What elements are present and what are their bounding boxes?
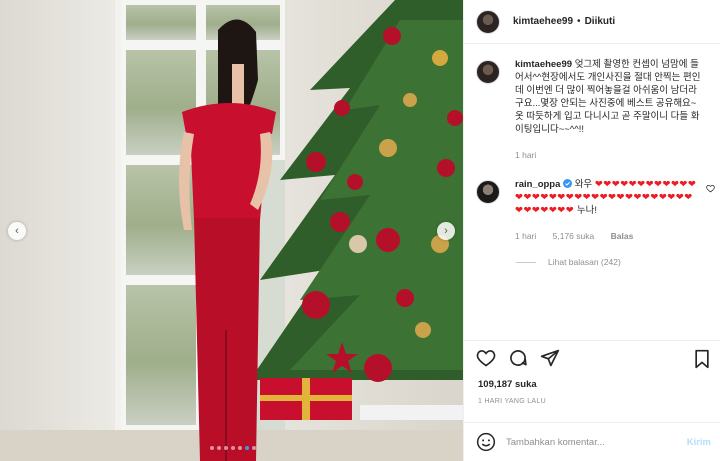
next-photo-button[interactable]: ›: [437, 222, 455, 240]
reply-button[interactable]: Balas: [611, 231, 634, 241]
comment-item: rain_oppa 와우 ❤❤❤❤❤❤❤❤❤❤❤❤❤❤❤❤❤❤❤❤❤❤❤❤❤❤❤…: [464, 178, 720, 243]
like-button[interactable]: [476, 348, 496, 368]
likes-count[interactable]: 109,187 suka: [478, 379, 537, 390]
view-replies-label: Lihat balasan (242): [548, 257, 621, 267]
carousel-dot: [245, 446, 249, 450]
author-username[interactable]: kimtaehee99: [513, 16, 573, 27]
bookmark-icon: [695, 349, 709, 369]
carousel-dot: [252, 446, 256, 450]
post-comment-button[interactable]: Kirim: [687, 437, 711, 448]
heart-icon: [476, 349, 496, 366]
caption-meta: 1 hari: [515, 149, 701, 162]
smiley-icon: [476, 432, 496, 452]
header-separator: •: [577, 16, 581, 27]
chevron-right-icon: ›: [444, 225, 448, 237]
caption-text: 엊그제 촬영한 컨셉이 넘맘에 들어서^^현장에서도 개인사진을 절대 안찍는 …: [515, 59, 701, 135]
replies-divider: [516, 261, 536, 263]
comment-input[interactable]: [506, 436, 666, 448]
carousel-dot: [217, 446, 221, 450]
comments-list: kimtaehee99 엊그제 촬영한 컨셉이 넘맘에 들어서^^현장에서도 개…: [464, 58, 720, 267]
follow-status-button[interactable]: Diikuti: [585, 16, 616, 27]
chevron-left-icon: ‹: [15, 225, 19, 237]
commenter-avatar[interactable]: [476, 180, 500, 204]
paper-plane-icon: [540, 349, 560, 366]
comment-time[interactable]: 1 hari: [515, 231, 536, 241]
emoji-button[interactable]: [476, 432, 496, 452]
comment-text-prefix: 와우: [574, 179, 593, 190]
comment-likes[interactable]: 5,176 suka: [553, 231, 595, 241]
share-button[interactable]: [540, 348, 560, 368]
carousel-dot: [210, 446, 214, 450]
like-comment-icon[interactable]: [706, 184, 715, 197]
view-replies-button[interactable]: Lihat balasan (242): [464, 257, 720, 267]
caption-text-block: kimtaehee99 엊그제 촬영한 컨셉이 넘맘에 들어서^^현장에서도 개…: [515, 58, 701, 136]
carousel-indicator: [210, 446, 256, 450]
save-button[interactable]: [693, 349, 711, 374]
caption: kimtaehee99 엊그제 촬영한 컨셉이 넘맘에 들어서^^현장에서도 개…: [464, 58, 720, 162]
previous-photo-button[interactable]: ‹: [8, 222, 26, 240]
carousel-dot: [231, 446, 235, 450]
comment-button[interactable]: [508, 348, 528, 368]
author-avatar[interactable]: [476, 9, 500, 34]
speech-bubble-icon: [510, 349, 527, 366]
post-actions: [464, 340, 720, 374]
woman-in-red-dress: [179, 19, 276, 461]
commenter-username[interactable]: rain_oppa: [515, 179, 560, 190]
post-sidebar: kimtaehee99 • Diikuti kimtaehee99 엊그제 촬영…: [463, 0, 720, 461]
add-comment-bar: Kirim: [464, 422, 720, 461]
post-photo[interactable]: ‹ ›: [0, 0, 463, 461]
post-date[interactable]: 1 HARI YANG LALU: [478, 398, 546, 405]
carousel-dot: [224, 446, 228, 450]
comment-text-suffix: 누나!: [576, 205, 597, 216]
post-header: kimtaehee99 • Diikuti: [464, 0, 720, 44]
caption-avatar[interactable]: [476, 60, 500, 84]
verified-badge-icon: [563, 179, 575, 190]
carousel-dot: [238, 446, 242, 450]
comment-text-block: rain_oppa 와우 ❤❤❤❤❤❤❤❤❤❤❤❤❤❤❤❤❤❤❤❤❤❤❤❤❤❤❤…: [515, 178, 701, 217]
caption-time[interactable]: 1 hari: [515, 150, 536, 160]
comment-meta: 1 hari 5,176 suka Balas: [515, 230, 701, 243]
caption-username[interactable]: kimtaehee99: [515, 59, 572, 70]
